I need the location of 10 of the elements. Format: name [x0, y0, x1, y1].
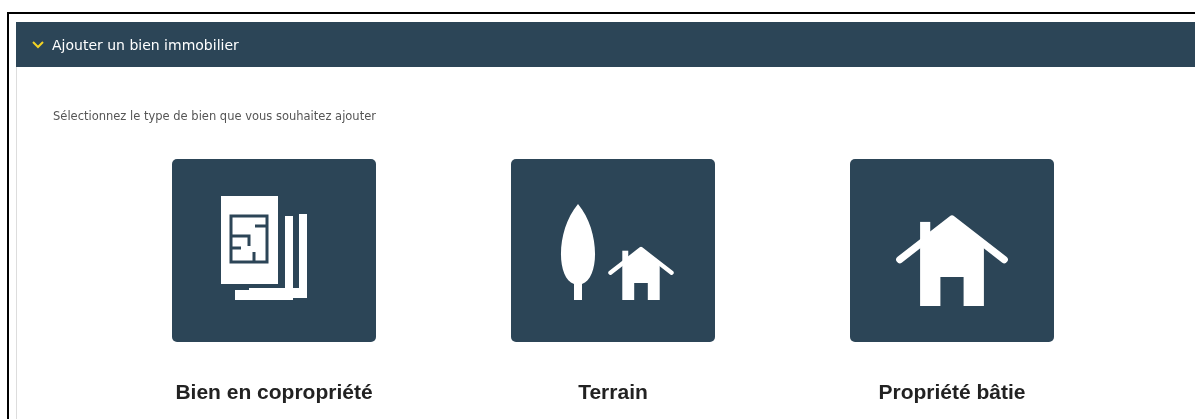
chevron-down-icon — [32, 40, 44, 49]
instruction-text: Sélectionnez le type de bien que vous souhaitez ajouter — [53, 109, 376, 123]
section-header[interactable]: Ajouter un bien immobilier — [16, 22, 1195, 67]
section-title: Ajouter un bien immobilier — [52, 36, 239, 53]
property-type-card[interactable] — [850, 159, 1054, 342]
property-type-label[interactable]: Bien en copropriété — [175, 380, 373, 404]
property-type-label[interactable]: Terrain — [578, 380, 648, 404]
property-type-label[interactable]: Propriété bâtie — [878, 380, 1026, 404]
property-type-card[interactable] — [172, 159, 376, 342]
property-type-card[interactable] — [511, 159, 715, 342]
